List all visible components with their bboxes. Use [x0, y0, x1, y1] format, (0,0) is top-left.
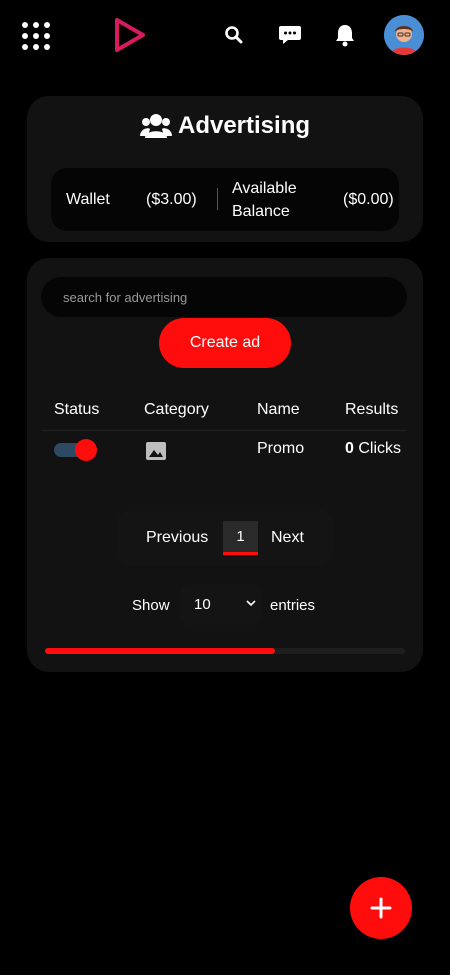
- progress-bar: [45, 648, 405, 654]
- ad-results: 0 Clicks: [345, 440, 401, 458]
- column-header-results: Results: [345, 401, 399, 418]
- available-balance-label-line1: Available: [232, 180, 297, 197]
- page-title: Advertising: [0, 112, 450, 140]
- chat-icon[interactable]: [275, 20, 305, 50]
- add-floating-button[interactable]: [350, 877, 412, 939]
- search-input[interactable]: [41, 277, 407, 317]
- ad-name: Promo: [257, 440, 305, 457]
- chevron-down-icon: [246, 600, 256, 607]
- table-header-divider: [41, 430, 407, 431]
- page-title-text: Advertising: [177, 112, 311, 139]
- progress-fill: [45, 648, 276, 654]
- wallet-divider: [217, 188, 218, 210]
- status-toggle[interactable]: [54, 439, 97, 461]
- create-ad-button[interactable]: Create ad: [159, 318, 291, 368]
- current-page-button[interactable]: 1: [223, 521, 258, 555]
- wallet-label: Wallet: [66, 191, 110, 208]
- plus-icon: [370, 897, 392, 919]
- column-header-status: Status: [54, 401, 100, 418]
- avatar[interactable]: [384, 15, 424, 55]
- apps-grid-icon[interactable]: [22, 22, 50, 50]
- entries-select[interactable]: 10: [180, 584, 262, 626]
- search-icon[interactable]: [219, 20, 249, 50]
- previous-page-button[interactable]: Previous: [146, 529, 208, 547]
- show-label: Show: [132, 597, 170, 614]
- users-icon: [139, 114, 172, 138]
- top-bar: [0, 0, 450, 70]
- entries-select-value: 10: [194, 596, 211, 613]
- entries-label: entries: [270, 597, 316, 614]
- available-balance-label-line2: Balance: [232, 203, 290, 220]
- available-balance-value: ($0.00): [343, 191, 394, 208]
- notification-icon[interactable]: [330, 20, 360, 50]
- next-page-button[interactable]: Next: [271, 529, 304, 547]
- column-header-name: Name: [257, 401, 300, 418]
- wallet-value: ($3.00): [146, 191, 197, 208]
- column-header-category: Category: [144, 401, 209, 418]
- results-count: 0: [345, 440, 354, 457]
- play-logo-icon[interactable]: [110, 16, 148, 54]
- image-icon: [146, 442, 166, 460]
- results-unit: Clicks: [358, 440, 402, 457]
